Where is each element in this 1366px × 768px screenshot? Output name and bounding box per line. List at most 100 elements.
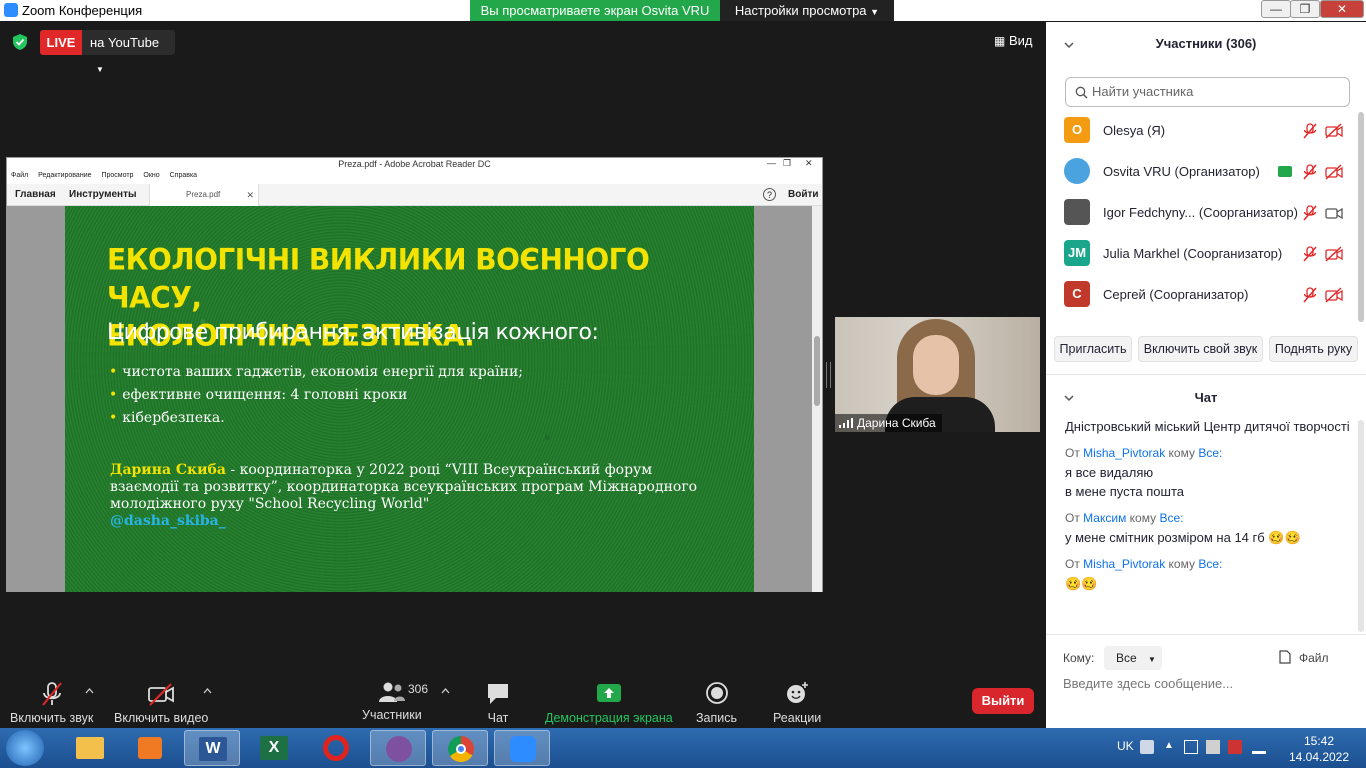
- view-label: Вид: [1008, 33, 1033, 48]
- start-video-label: Включить видео: [114, 711, 209, 725]
- view-settings-button[interactable]: Настройки просмотра ▼: [720, 0, 894, 21]
- unmute-button[interactable]: Включить звук: [10, 680, 93, 725]
- caret-up-icon[interactable]: [85, 688, 94, 694]
- opera-icon[interactable]: [308, 730, 364, 766]
- keyboard-language[interactable]: UK: [1117, 739, 1134, 753]
- chat-to-prefix: кому: [1165, 446, 1199, 460]
- clock-date: 14.04.2022: [1288, 750, 1350, 764]
- video-camera-icon[interactable]: [1325, 205, 1343, 221]
- avatar: JM: [1064, 240, 1090, 266]
- mic-muted-icon[interactable]: [1301, 287, 1319, 303]
- chat-message-text: я все видаляю: [1065, 465, 1154, 480]
- close-button[interactable]: ✕: [1320, 0, 1364, 18]
- participant-search[interactable]: [1065, 77, 1350, 107]
- zoom-taskbar-icon[interactable]: [494, 730, 550, 766]
- live-on-youtube-dropdown[interactable]: на YouTube ▼: [82, 30, 175, 74]
- windows-start-button[interactable]: [6, 730, 44, 766]
- video-off-icon[interactable]: [1325, 123, 1343, 139]
- share-screen-button[interactable]: Демонстрация экрана: [545, 680, 673, 725]
- caret-up-icon[interactable]: [203, 688, 212, 694]
- shared-screen: Preza.pdf - Adobe Acrobat Reader DC — ❐ …: [6, 157, 823, 592]
- signal-bars-icon[interactable]: [1252, 740, 1266, 754]
- section-divider: [1046, 634, 1366, 635]
- participant-row[interactable]: JM Julia Markhel (Соорганизатор): [1064, 240, 1349, 268]
- keyboard-icon[interactable]: [1140, 740, 1154, 754]
- pdf-close-icon: ✕: [805, 158, 813, 168]
- leave-button[interactable]: Выйти: [972, 688, 1034, 714]
- smiley-icon: [787, 682, 809, 703]
- chrome-icon[interactable]: [432, 730, 488, 766]
- chat-message-text: Дністровський міський Центр дитячої твор…: [1065, 419, 1350, 434]
- chat-message: От Максим кому Все: у мене смітник розмі…: [1065, 509, 1350, 547]
- pdf-minimize-icon: —: [767, 158, 776, 168]
- participant-row[interactable]: С Сергей (Соорганизатор): [1064, 281, 1349, 309]
- speaker-video-tile[interactable]: Дарина Скиба: [835, 317, 1040, 432]
- shield-icon[interactable]: [12, 34, 28, 50]
- video-splitter-handle[interactable]: [826, 362, 831, 388]
- mic-muted-icon[interactable]: [1301, 205, 1319, 221]
- file-button[interactable]: Файл: [1279, 650, 1329, 665]
- raise-hand-button[interactable]: Поднять руку: [1269, 336, 1358, 362]
- restore-button[interactable]: ❐: [1290, 0, 1320, 18]
- zoom-app-icon: [4, 3, 18, 17]
- pdf-tab-bar: Главная Инструменты Preza.pdf ✕ ? Войти: [7, 184, 822, 206]
- video-off-icon[interactable]: [1325, 164, 1343, 180]
- participant-row[interactable]: Osvita VRU (Организатор): [1064, 158, 1349, 186]
- chat-recipient-select[interactable]: Все ▼: [1104, 646, 1162, 670]
- participant-search-input[interactable]: [1092, 84, 1342, 99]
- record-button[interactable]: Запись: [696, 680, 737, 725]
- chat-message-meta: От Максим кому Все:: [1065, 509, 1350, 528]
- chat-message-input[interactable]: [1063, 676, 1353, 691]
- chat-from-prefix: От: [1065, 511, 1084, 525]
- chat-sender[interactable]: Misha_Pivtorak: [1083, 557, 1165, 571]
- excel-icon[interactable]: X: [246, 730, 302, 766]
- chat-from-prefix: От: [1065, 557, 1084, 571]
- chat-scrollbar[interactable]: [1358, 420, 1364, 632]
- chat-sender[interactable]: Misha_Pivtorak: [1083, 446, 1165, 460]
- video-off-icon[interactable]: [1325, 287, 1343, 303]
- reactions-button[interactable]: Реакции: [773, 680, 821, 725]
- participant-row[interactable]: Igor Fedchyny... (Соорганизатор): [1064, 199, 1349, 227]
- taskbar-clock[interactable]: 15:42 14.04.2022: [1283, 733, 1355, 765]
- unmute-label: Включить звук: [10, 711, 94, 725]
- chat-button[interactable]: Чат: [484, 680, 512, 725]
- invite-button[interactable]: Пригласить: [1054, 336, 1132, 362]
- avatar: O: [1064, 117, 1090, 143]
- participant-name: Osvita VRU (Организатор): [1103, 164, 1260, 179]
- avatar: С: [1064, 281, 1090, 307]
- mic-muted-icon[interactable]: [1301, 123, 1319, 139]
- viber-icon[interactable]: [370, 730, 426, 766]
- live-badge[interactable]: LIVE: [40, 30, 82, 55]
- chat-sender[interactable]: Максим: [1083, 511, 1126, 525]
- pdf-window-title: Preza.pdf - Adobe Acrobat Reader DC: [338, 159, 491, 169]
- participants-scrollbar[interactable]: [1358, 112, 1364, 322]
- pdf-scrollbar: [812, 206, 822, 592]
- viewing-screen-banner: Вы просматриваете экран Osvita VRU: [470, 0, 720, 21]
- speaker-face: [913, 335, 959, 395]
- file-explorer-icon[interactable]: [62, 730, 118, 766]
- close-icon: ✕: [246, 190, 254, 200]
- participant-name: Olesya (Я): [1103, 123, 1166, 138]
- chat-message-meta: От Misha_Pivtorak кому Все:: [1065, 555, 1350, 574]
- screen-share-indicator-icon: [1278, 166, 1292, 177]
- participants-button[interactable]: 306 Участники: [362, 680, 428, 722]
- view-button[interactable]: ▦ Вид: [994, 33, 1033, 48]
- network-icon[interactable]: [1184, 740, 1198, 754]
- start-video-button[interactable]: Включить видео: [114, 680, 208, 725]
- mic-muted-icon[interactable]: [1301, 246, 1319, 262]
- media-player-icon[interactable]: [122, 730, 178, 766]
- caret-up-icon[interactable]: [441, 688, 450, 694]
- flag-icon[interactable]: [1206, 740, 1220, 754]
- tray-expand-icon[interactable]: ▲: [1164, 740, 1178, 754]
- minimize-button[interactable]: —: [1261, 0, 1291, 18]
- mic-muted-icon[interactable]: [1301, 164, 1319, 180]
- avatar: [1064, 158, 1090, 184]
- unmute-self-button[interactable]: Включить свой звук: [1138, 336, 1263, 362]
- security-icon[interactable]: [1228, 740, 1242, 754]
- word-icon[interactable]: W: [184, 730, 240, 766]
- pdf-sign-in: Войти: [788, 189, 819, 200]
- slide-subtitle: Цифрове прибирання, активізація кожного:: [107, 320, 599, 345]
- video-off-icon[interactable]: [1325, 246, 1343, 262]
- participant-row[interactable]: O Olesya (Я): [1064, 117, 1349, 145]
- chat-recipient: Все:: [1159, 511, 1184, 525]
